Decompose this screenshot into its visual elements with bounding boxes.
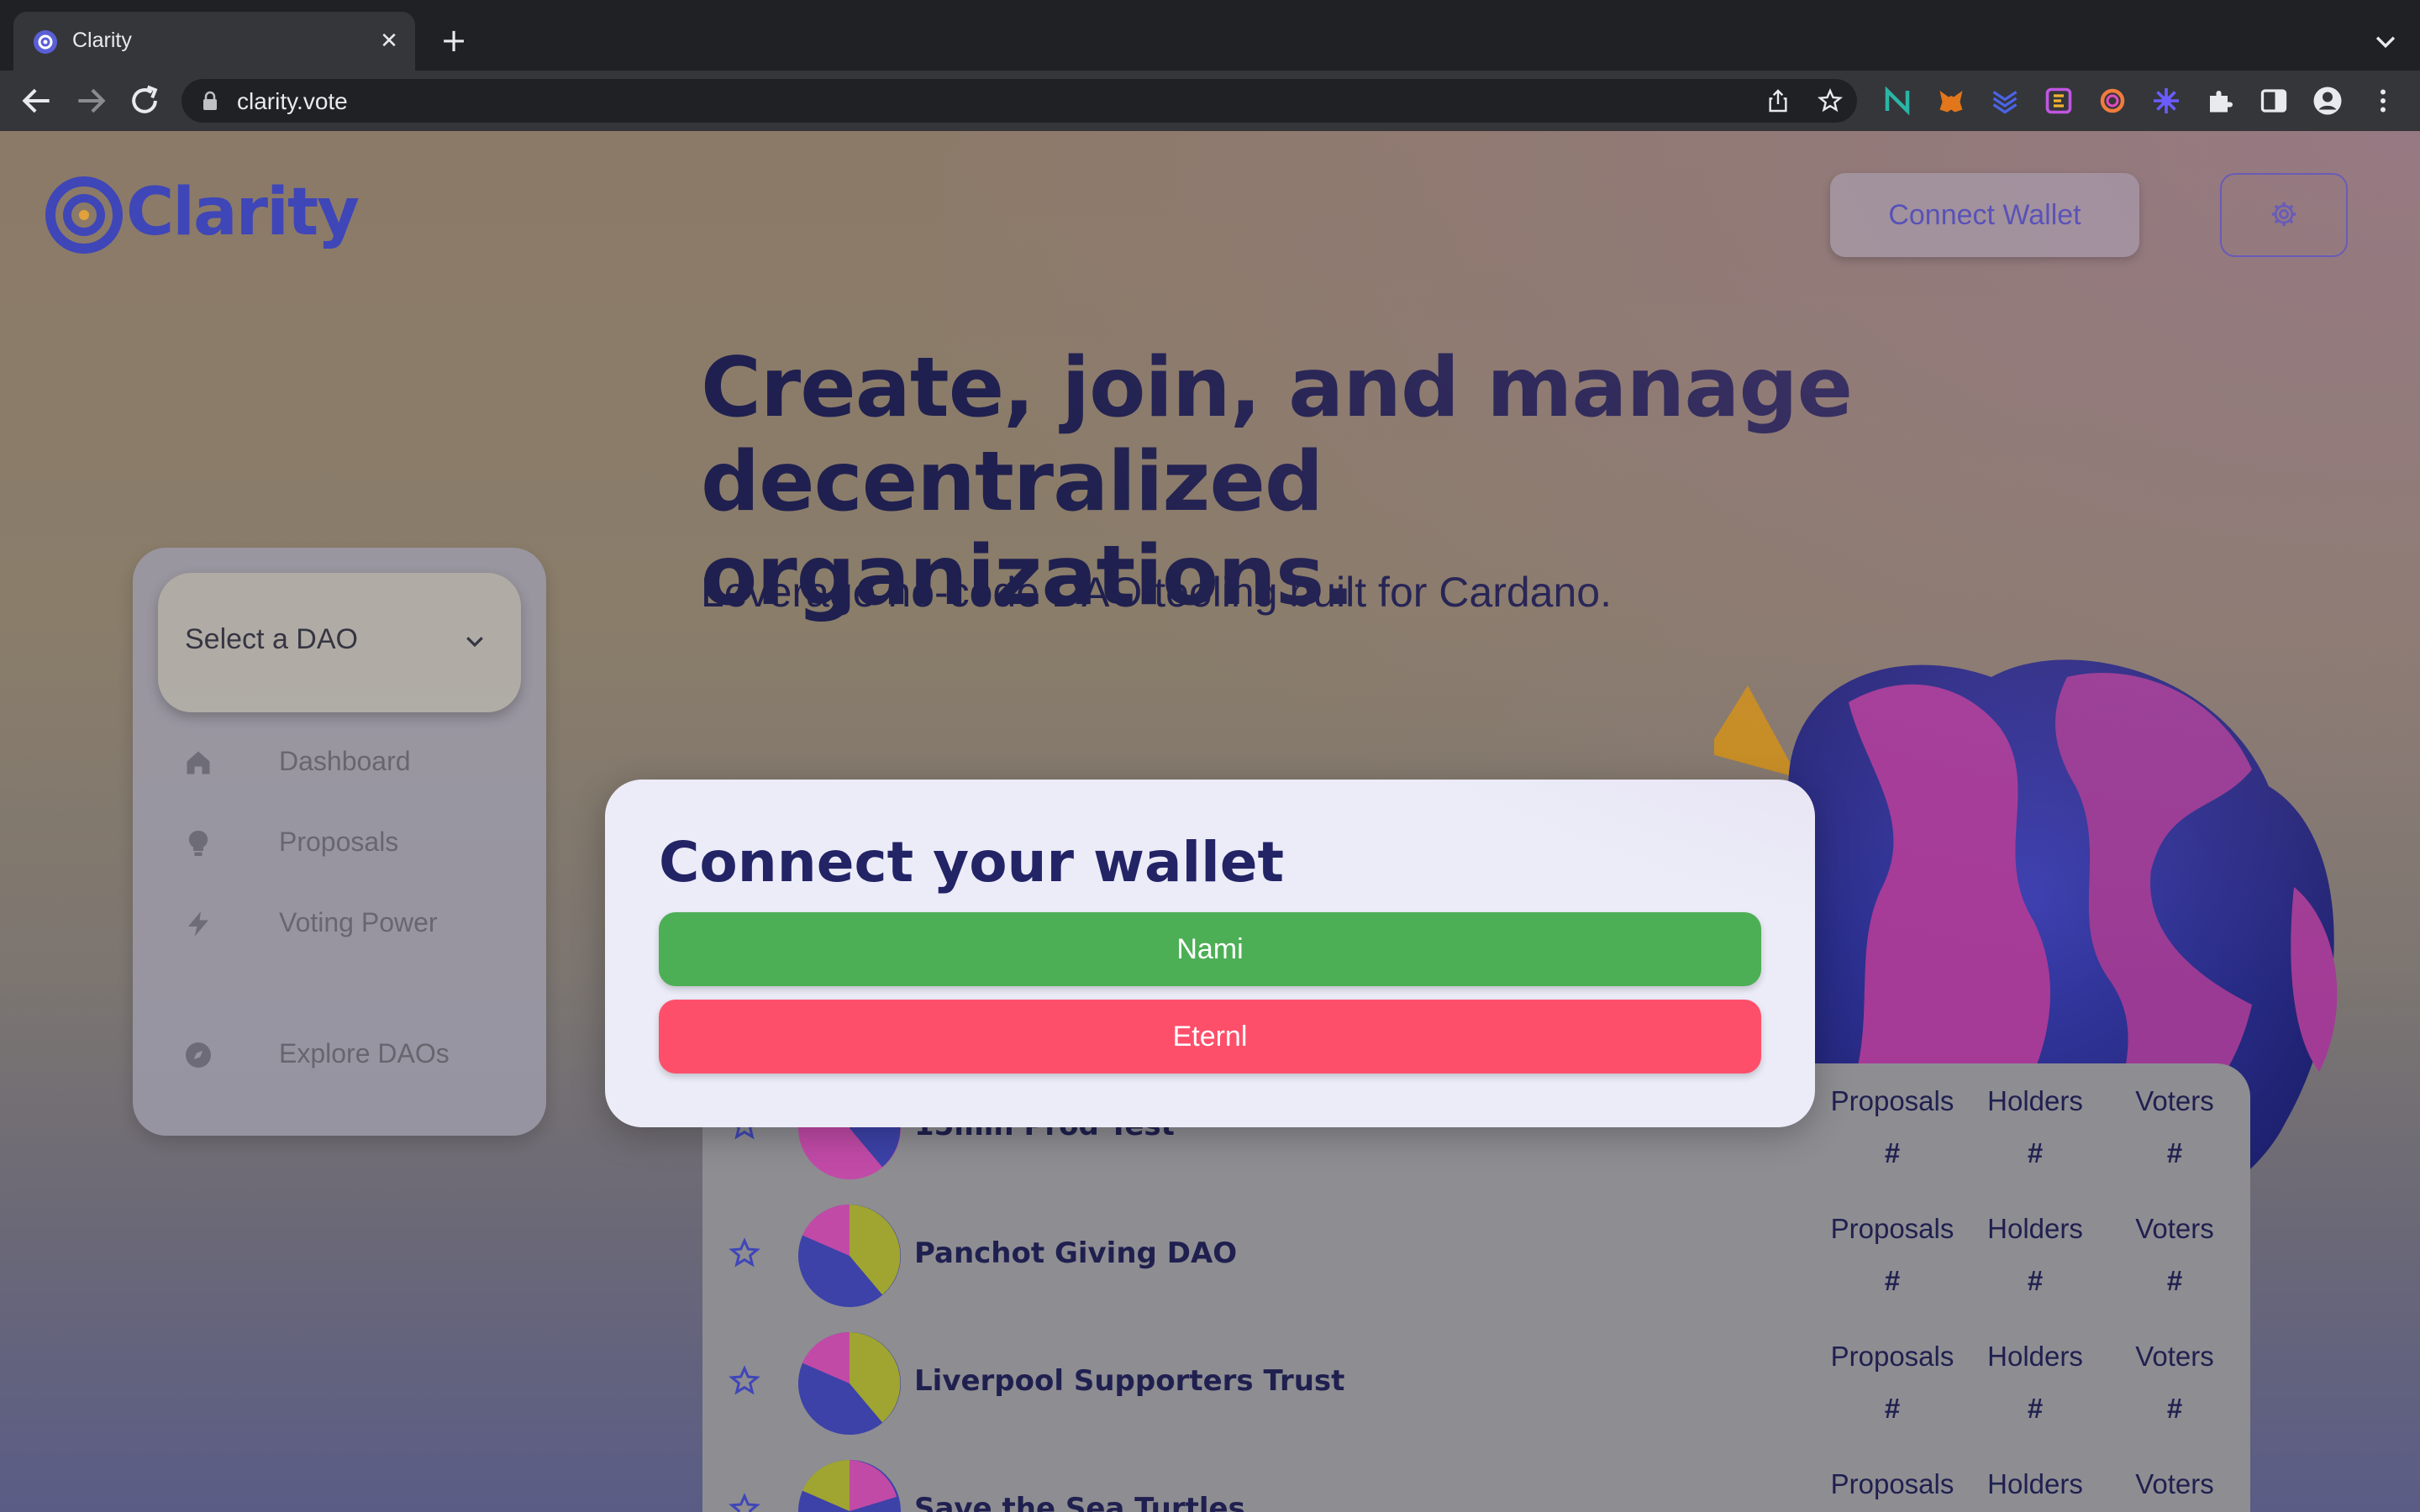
stat-value-proposals: #	[1884, 1265, 1901, 1296]
address-bar[interactable]: clarity.vote	[182, 79, 1857, 123]
ring-extension-icon[interactable]	[2097, 86, 2128, 116]
stat-label-voters: Voters	[2135, 1085, 2214, 1116]
dao-avatar	[798, 1205, 901, 1307]
table-row[interactable]: Save the Sea Turtles Proposals Holders V…	[702, 1446, 2250, 1512]
sidebar-item-voting-power[interactable]: Voting Power	[133, 894, 546, 953]
stat-value-voters: #	[2166, 1393, 2183, 1424]
dao-select-dropdown[interactable]: Select a DAO	[158, 573, 521, 712]
n-extension-icon[interactable]	[1882, 86, 1912, 116]
sidebar: Select a DAO Dashboard Proposals Voting …	[133, 548, 546, 1136]
stat-label-holders: Holders	[1987, 1341, 2083, 1372]
metamask-fox-icon[interactable]	[1936, 86, 1966, 116]
connect-wallet-modal: Connect your wallet Nami Eternl	[605, 780, 1815, 1127]
bookmark-star-icon[interactable]	[1817, 87, 1844, 114]
settings-button[interactable]	[2220, 173, 2348, 257]
stat-value-holders: #	[2027, 1137, 2044, 1168]
profile-avatar-icon[interactable]	[2312, 86, 2343, 116]
eternl-extension-icon[interactable]	[2044, 86, 2074, 116]
stat-label-proposals: Proposals	[1830, 1085, 1954, 1116]
hero-title-line1: Create, join, and manage	[701, 340, 1853, 436]
sidebar-item-label: Dashboard	[279, 746, 411, 776]
dao-avatar	[798, 1332, 901, 1435]
star-icon[interactable]	[728, 1236, 761, 1270]
stat-value-proposals: #	[1884, 1393, 1901, 1424]
home-icon	[187, 751, 210, 774]
sidebar-item-proposals[interactable]: Proposals	[133, 813, 546, 872]
puzzle-extensions-icon[interactable]	[2205, 86, 2235, 116]
logo-text: Clarity	[126, 175, 360, 250]
stat-label-holders: Holders	[1987, 1213, 2083, 1244]
stat-value-voters: #	[2166, 1137, 2183, 1168]
sidebar-item-dashboard[interactable]: Dashboard	[133, 732, 546, 791]
clarity-logo[interactable]: Clarity	[45, 171, 360, 255]
sidebar-item-explore-daos[interactable]: Explore DAOs	[133, 1025, 546, 1084]
clarity-favicon-icon	[34, 30, 57, 54]
url-text: clarity.vote	[237, 88, 348, 114]
stat-label-holders: Holders	[1987, 1085, 2083, 1116]
stat-label-proposals: Proposals	[1830, 1213, 1954, 1244]
stat-label-voters: Voters	[2135, 1341, 2214, 1372]
page-viewport: Clarity Connect Wallet Create, join, and…	[0, 131, 2420, 1512]
connect-wallet-button[interactable]: Connect Wallet	[1830, 173, 2139, 257]
star-icon[interactable]	[728, 1364, 761, 1398]
starburst-extension-icon[interactable]	[2151, 86, 2181, 116]
browser-toolbar: clarity.vote	[0, 71, 2420, 131]
stat-label-holders: Holders	[1987, 1468, 2083, 1499]
tab-title: Clarity	[72, 29, 132, 52]
forward-arrow-icon[interactable]	[72, 82, 109, 119]
chevron-down-icon	[466, 637, 483, 648]
stat-label-proposals: Proposals	[1830, 1341, 1954, 1372]
stat-label-voters: Voters	[2135, 1468, 2214, 1499]
sidebar-item-label: Explore DAOs	[279, 1038, 450, 1068]
stat-value-holders: #	[2027, 1393, 2044, 1424]
stat-label-proposals: Proposals	[1830, 1468, 1954, 1499]
stat-label-voters: Voters	[2135, 1213, 2214, 1244]
sidebar-item-label: Voting Power	[279, 907, 438, 937]
new-tab-icon[interactable]: +	[437, 24, 471, 57]
stat-value-voters: #	[2166, 1265, 2183, 1296]
nami-wallet-button[interactable]: Nami	[659, 912, 1761, 986]
share-icon[interactable]	[1765, 87, 1791, 114]
tab-search-chevron-icon[interactable]	[2371, 27, 2400, 55]
compass-icon	[186, 1042, 211, 1068]
modal-title: Connect your wallet	[659, 830, 1285, 895]
lock-icon	[203, 91, 217, 110]
table-row[interactable]: Panchot Giving DAO Proposals Holders Vot…	[702, 1191, 2250, 1317]
stat-value-proposals: #	[1884, 1137, 1901, 1168]
stat-value-holders: #	[2027, 1265, 2044, 1296]
dao-avatar	[798, 1460, 901, 1512]
dao-select-label: Select a DAO	[185, 623, 358, 655]
chevrons-extension-icon[interactable]	[1990, 86, 2020, 116]
lightbulb-icon	[188, 830, 208, 856]
sidebar-item-label: Proposals	[279, 827, 399, 857]
browser-menu-icon[interactable]	[2368, 86, 2398, 116]
dao-list: 15min Prod Test Proposals Holders Voters…	[702, 1063, 2250, 1512]
dao-name: Save the Sea Turtles	[914, 1492, 1245, 1512]
back-arrow-icon[interactable]	[18, 82, 55, 119]
table-row[interactable]: Liverpool Supporters Trust Proposals Hol…	[702, 1319, 2250, 1445]
star-icon[interactable]	[728, 1492, 761, 1512]
clarity-logo-icon	[45, 176, 123, 254]
reload-icon[interactable]	[126, 82, 163, 119]
browser-tabstrip: Clarity ✕ +	[0, 0, 2420, 71]
dao-name: Liverpool Supporters Trust	[914, 1364, 1345, 1398]
hero-subtitle: Leverage no-code DAO tooling built for C…	[701, 569, 1612, 616]
gear-icon	[2271, 202, 2296, 226]
side-panel-icon[interactable]	[2259, 86, 2289, 116]
dao-name: Panchot Giving DAO	[914, 1236, 1238, 1270]
browser-tab[interactable]: Clarity ✕	[13, 12, 415, 71]
lightning-icon	[188, 911, 208, 937]
tab-close-icon[interactable]: ✕	[375, 27, 403, 55]
eternl-wallet-button[interactable]: Eternl	[659, 1000, 1761, 1074]
